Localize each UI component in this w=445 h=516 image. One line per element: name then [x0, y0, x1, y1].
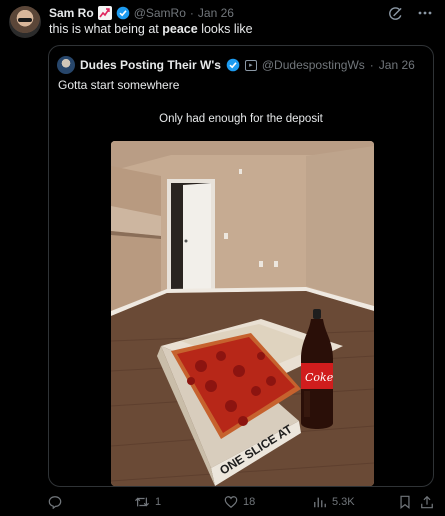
quoted-author-handle[interactable]: @DudespostingWs — [262, 58, 365, 72]
like-count: 18 — [243, 496, 256, 508]
media-caption: Only had enough for the deposit — [159, 113, 323, 125]
tweet-text-bold: peace — [162, 22, 198, 36]
quoted-tweet-date[interactable]: Jan 26 — [379, 58, 415, 72]
header-separator: · — [189, 6, 194, 20]
quoted-author-avatar[interactable] — [57, 56, 75, 74]
tweet[interactable]: Sam Ro @SamRo · Jan 26 this is what bein… — [0, 0, 445, 516]
verified-badge-icon — [116, 6, 129, 20]
reply-button[interactable] — [48, 495, 67, 509]
tweet-top-actions — [387, 5, 433, 21]
retweet-count: 1 — [155, 496, 162, 508]
affiliate-tag-icon: ▸ — [244, 59, 257, 71]
share-button[interactable] — [420, 495, 434, 509]
bookmark-button[interactable] — [399, 495, 411, 509]
reply-icon — [48, 496, 62, 509]
views-button[interactable]: 5.3K — [313, 495, 355, 509]
quoted-tweet-text: Gotta start somewhere — [58, 78, 180, 92]
tweet-text-part: looks like — [197, 22, 253, 36]
bookmark-icon — [400, 495, 410, 509]
tweet-text: this is what being at peace looks like — [49, 22, 253, 36]
like-button[interactable]: 18 — [224, 495, 255, 509]
views-icon — [314, 497, 326, 508]
tweet-date[interactable]: Jan 26 — [198, 6, 234, 20]
tweet-header: Sam Ro @SamRo · Jan 26 — [49, 5, 234, 21]
tweet-text-part: this is what being at — [49, 22, 163, 36]
retweet-button[interactable]: 1 — [134, 495, 161, 509]
grok-icon[interactable] — [387, 5, 403, 21]
share-icon — [421, 495, 433, 509]
author-handle[interactable]: @SamRo — [134, 6, 186, 20]
tweet-action-bar: 1 18 5.3K — [48, 495, 434, 513]
more-icon[interactable] — [417, 5, 433, 21]
author-name[interactable]: Sam Ro — [49, 6, 94, 20]
quoted-tweet[interactable]: Dudes Posting Their W's ▸ @DudespostingW… — [48, 45, 434, 487]
trend-chart-badge-icon — [97, 6, 112, 20]
quoted-author-name[interactable]: Dudes Posting Their W's — [80, 58, 221, 72]
verified-badge-icon — [226, 58, 240, 72]
views-count: 5.3K — [332, 496, 355, 508]
quoted-tweet-header: Dudes Posting Their W's ▸ @DudespostingW… — [57, 56, 415, 74]
tweet-photo[interactable]: ONE SLICE AT Coke — [111, 141, 374, 486]
quoted-header-separator: · — [369, 58, 374, 72]
photo-illustration: ONE SLICE AT Coke — [111, 141, 374, 486]
bottle-label: Coke — [305, 371, 334, 384]
heart-icon — [224, 496, 238, 509]
retweet-icon — [135, 497, 149, 507]
author-avatar[interactable] — [9, 6, 41, 38]
